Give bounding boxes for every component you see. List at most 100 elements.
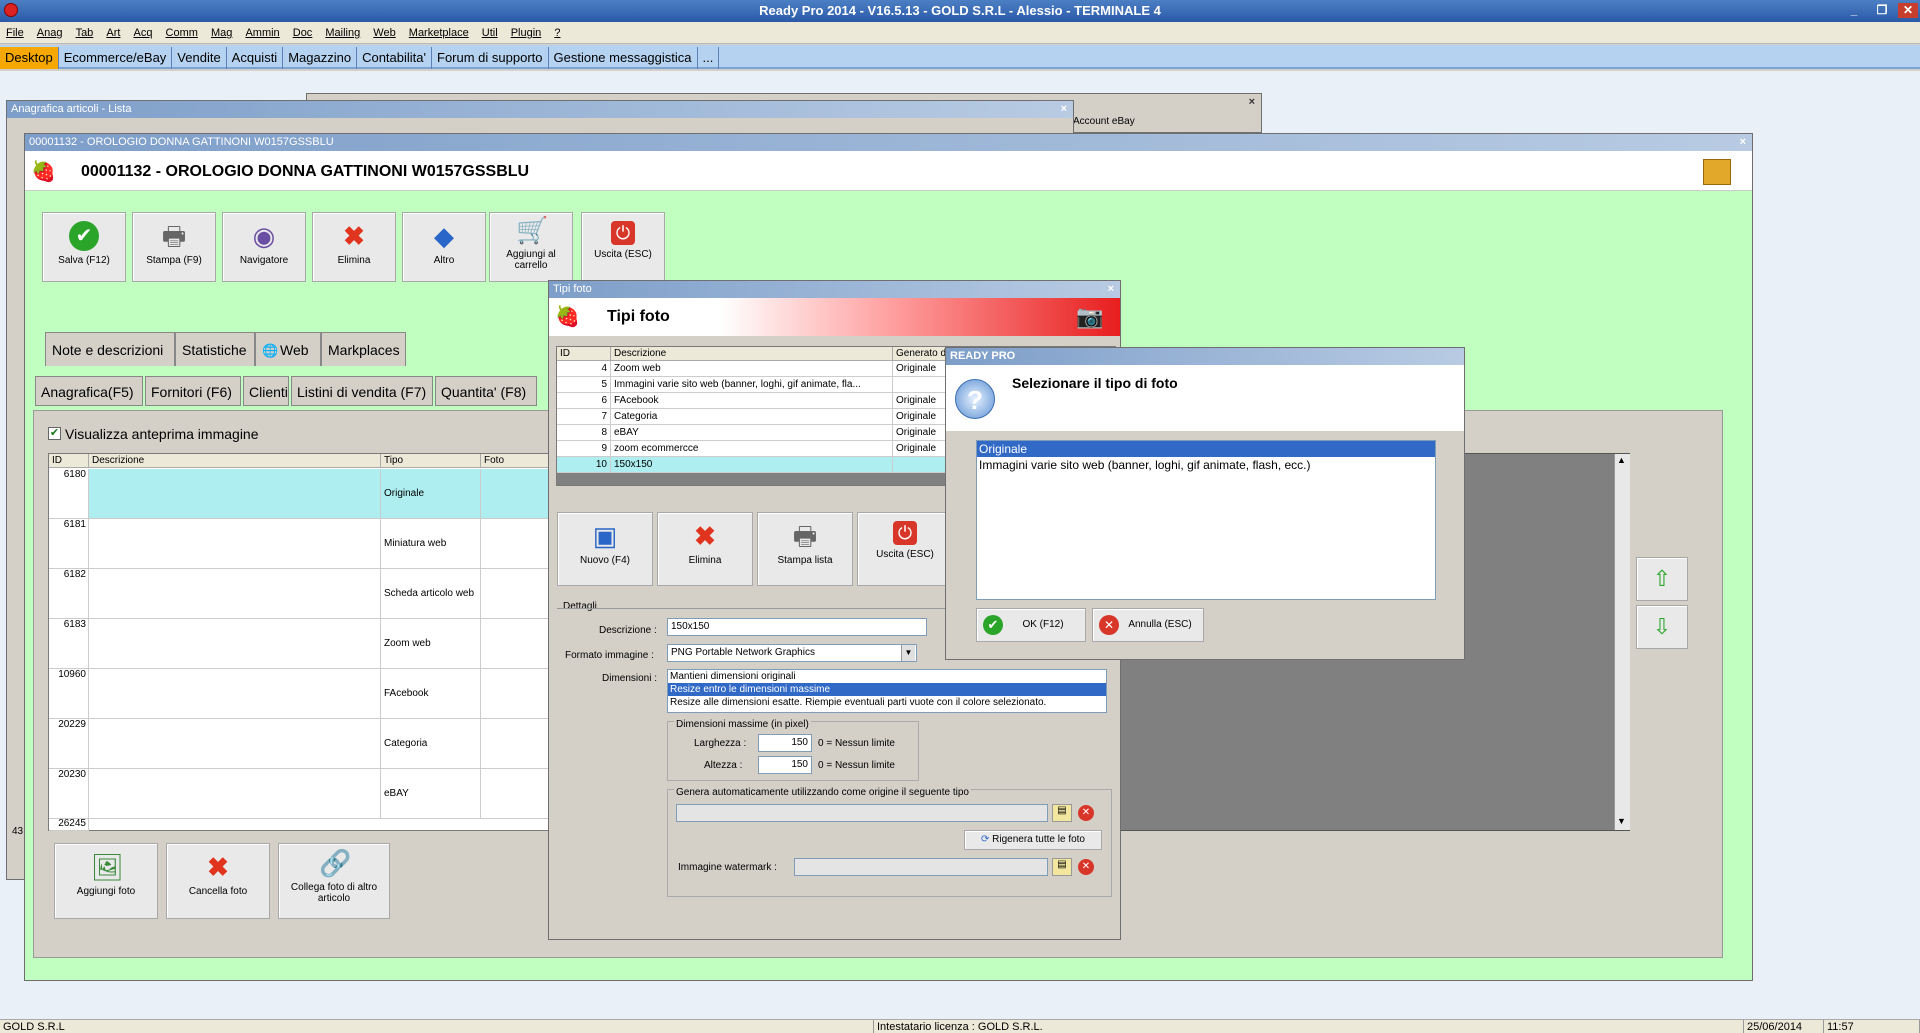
formato-select[interactable]: PNG Portable Network Graphics ▼	[667, 644, 917, 662]
tab-acquisti[interactable]: Acquisti	[227, 47, 284, 69]
table-row-id[interactable]: 20230	[49, 769, 89, 819]
clear-icon[interactable]: ✕	[1078, 859, 1094, 875]
tab-messaggistica[interactable]: Gestione messaggistica	[549, 47, 698, 69]
move-up-button[interactable]: ⇧	[1636, 557, 1688, 601]
descrizione-input[interactable]: 150x150	[667, 618, 927, 636]
menu-web[interactable]: Web	[373, 22, 395, 44]
tipi-row-id[interactable]: 10	[557, 457, 611, 473]
elimina-tipo-button[interactable]: ✖ Elimina	[657, 512, 753, 586]
table-row-tipo[interactable]: Categoria	[381, 719, 481, 769]
tab-forum[interactable]: Forum di supporto	[432, 47, 549, 69]
dimensioni-option-2[interactable]: Resize alle dimensioni esatte. Riempie e…	[668, 696, 1106, 709]
menu-comm[interactable]: Comm	[166, 22, 198, 44]
table-row-descrizione[interactable]	[89, 619, 381, 669]
close-icon[interactable]: ×	[1249, 94, 1255, 111]
folder-icon[interactable]: ▤	[1052, 804, 1072, 822]
tipi-row-id[interactable]: 5	[557, 377, 611, 393]
clear-icon[interactable]: ✕	[1078, 805, 1094, 821]
watermark-input[interactable]	[794, 858, 1048, 876]
folder-icon[interactable]: ▤	[1052, 858, 1072, 876]
tab-web[interactable]: 🌐 Web	[255, 332, 321, 366]
menu-art[interactable]: Art	[106, 22, 120, 44]
tipi-row-descrizione[interactable]: Categoria	[611, 409, 893, 425]
table-row-descrizione[interactable]	[89, 469, 381, 519]
tab-clienti[interactable]: Clienti	[243, 376, 289, 406]
preview-scrollbar[interactable]: ▲ ▼	[1614, 454, 1630, 830]
move-down-button[interactable]: ⇩	[1636, 605, 1688, 649]
table-row-id[interactable]: 6181	[49, 519, 89, 569]
tab-statistiche[interactable]: Statistiche	[175, 332, 255, 366]
close-icon[interactable]: ×	[1108, 281, 1114, 298]
uscita-button[interactable]: ⏻ Uscita (ESC)	[581, 212, 665, 282]
table-row-id[interactable]: 6183	[49, 619, 89, 669]
type-option-0[interactable]: Originale	[977, 441, 1435, 457]
table-row-descrizione[interactable]	[89, 719, 381, 769]
genera-input[interactable]	[676, 804, 1048, 822]
menu-tab[interactable]: Tab	[76, 22, 94, 44]
tipi-row-descrizione[interactable]: 150x150	[611, 457, 893, 473]
menu-plugin[interactable]: Plugin	[511, 22, 542, 44]
altro-button[interactable]: ◆ Altro	[402, 212, 486, 282]
tipi-row-descrizione[interactable]: FAcebook	[611, 393, 893, 409]
tipi-row-descrizione[interactable]: Zoom web	[611, 361, 893, 377]
tab-quantita[interactable]: Quantita' (F8)	[435, 376, 537, 406]
table-row-tipo[interactable]: eBAY	[381, 769, 481, 819]
altezza-input[interactable]: 150	[758, 756, 812, 774]
table-row-descrizione[interactable]	[89, 569, 381, 619]
ok-button[interactable]: ✔ OK (F12)	[976, 608, 1086, 642]
table-row-id[interactable]: 6182	[49, 569, 89, 619]
tipi-row-id[interactable]: 7	[557, 409, 611, 425]
restore-button[interactable]: ❐	[1872, 3, 1892, 18]
dimensioni-listbox[interactable]: Mantieni dimensioni originali Resize ent…	[667, 669, 1107, 713]
menu-doc[interactable]: Doc	[293, 22, 313, 44]
menu-mag[interactable]: Mag	[211, 22, 232, 44]
dimensioni-option-0[interactable]: Mantieni dimensioni originali	[668, 670, 1106, 683]
tab-magazzino[interactable]: Magazzino	[283, 47, 358, 69]
tipi-row-id[interactable]: 4	[557, 361, 611, 377]
dimensioni-option-1[interactable]: Resize entro le dimensioni massime	[668, 683, 1106, 696]
table-row-tipo[interactable]: Miniatura web	[381, 519, 481, 569]
tab-contabilita[interactable]: Contabilita'	[357, 47, 432, 69]
type-option-1[interactable]: Immagini varie sito web (banner, loghi, …	[977, 457, 1435, 473]
salva-button[interactable]: ✔ Salva (F12)	[42, 212, 126, 282]
menu-mailing[interactable]: Mailing	[325, 22, 360, 44]
tipi-row-id[interactable]: 8	[557, 425, 611, 441]
collega-foto-button[interactable]: 🔗 Collega foto di altro articolo	[278, 843, 390, 919]
tab-note-descrizioni[interactable]: Note e descrizioni	[45, 332, 175, 366]
tab-more[interactable]: ...	[698, 47, 720, 69]
stampa-button[interactable]: 🖶 Stampa (F9)	[132, 212, 216, 282]
table-row-descrizione[interactable]	[89, 519, 381, 569]
tab-ecommerce[interactable]: Ecommerce/eBay	[59, 47, 173, 69]
table-row-id[interactable]: 10960	[49, 669, 89, 719]
table-row-descrizione[interactable]	[89, 769, 381, 819]
table-row-tipo[interactable]: Zoom web	[381, 619, 481, 669]
minimize-button[interactable]: _	[1844, 3, 1864, 18]
menu-acq[interactable]: Acq	[134, 22, 153, 44]
tipi-row-descrizione[interactable]: Immagini varie sito web (banner, loghi, …	[611, 377, 893, 393]
tab-fornitori[interactable]: Fornitori (F6)	[145, 376, 241, 406]
anteprima-checkbox[interactable]: ✔	[48, 427, 61, 440]
table-row-tipo[interactable]: FAcebook	[381, 669, 481, 719]
table-row-id[interactable]: 20229	[49, 719, 89, 769]
navigatore-button[interactable]: ◉ Navigatore	[222, 212, 306, 282]
menu-anag[interactable]: Anag	[37, 22, 63, 44]
menu-ammin[interactable]: Ammin	[245, 22, 279, 44]
larghezza-input[interactable]: 150	[758, 734, 812, 752]
table-row-descrizione[interactable]	[89, 669, 381, 719]
rigenera-button[interactable]: ⟳ Rigenera tutte le foto	[964, 830, 1102, 850]
close-icon[interactable]: ×	[1061, 101, 1067, 118]
annulla-button[interactable]: ✕ Annulla (ESC)	[1092, 608, 1204, 642]
close-app-button[interactable]: ✕	[1898, 3, 1918, 18]
close-icon[interactable]: ×	[1740, 134, 1746, 151]
tipi-row-id[interactable]: 6	[557, 393, 611, 409]
tab-anagrafica[interactable]: Anagrafica(F5)	[35, 376, 143, 406]
aggiungi-carrello-button[interactable]: 🛒 Aggiungi al carrello	[489, 212, 573, 282]
tab-desktop[interactable]: Desktop	[0, 47, 59, 69]
menu-help[interactable]: ?	[554, 22, 560, 44]
elimina-button[interactable]: ✖ Elimina	[312, 212, 396, 282]
table-row-tipo[interactable]: Scheda articolo web	[381, 569, 481, 619]
table-row-id[interactable]: 6180	[49, 469, 89, 519]
scroll-down-icon[interactable]: ▼	[1617, 816, 1626, 826]
aggiungi-foto-button[interactable]: 🖼 Aggiungi foto	[54, 843, 158, 919]
menu-util[interactable]: Util	[482, 22, 498, 44]
